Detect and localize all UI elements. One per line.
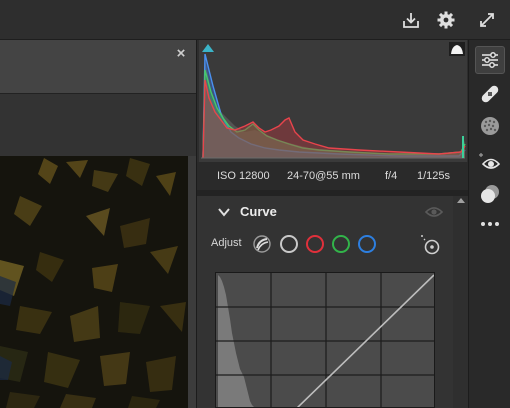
healing-bandage-icon bbox=[481, 85, 499, 103]
eye-icon[interactable] bbox=[425, 204, 443, 220]
texture-tool-button[interactable] bbox=[475, 112, 505, 140]
curve-panel: Curve Adjust bbox=[197, 196, 453, 408]
red-eye-tool-button[interactable] bbox=[475, 148, 505, 176]
export-icon bbox=[403, 13, 419, 28]
healing-tool-button[interactable] bbox=[475, 80, 505, 108]
canvas-divider[interactable] bbox=[188, 156, 196, 408]
gear-icon bbox=[437, 11, 455, 29]
histogram bbox=[199, 40, 467, 162]
adjustments-sliders-icon bbox=[482, 52, 498, 68]
channel-green-button[interactable] bbox=[332, 235, 350, 253]
top-toolbar bbox=[0, 0, 510, 40]
adjust-row: Adjust bbox=[197, 232, 453, 256]
expand-icon bbox=[480, 13, 494, 27]
export-button[interactable] bbox=[398, 7, 424, 33]
chevron-down-icon[interactable] bbox=[217, 205, 231, 219]
channel-blue-button[interactable] bbox=[358, 235, 376, 253]
more-icon bbox=[481, 222, 499, 226]
document-tab-bar: × bbox=[0, 40, 196, 94]
shadow-clip-icon[interactable] bbox=[201, 42, 215, 54]
adjustments-tool-button[interactable] bbox=[475, 46, 505, 74]
red-eye-icon bbox=[479, 153, 501, 169]
photo-canvas[interactable] bbox=[0, 156, 188, 408]
adjustments-panel: ISO 12800 24-70@55 mm f/4 1/125s Curve A… bbox=[196, 40, 469, 408]
exif-shutter: 1/125s bbox=[417, 170, 451, 182]
fullscreen-button[interactable] bbox=[474, 7, 500, 33]
exif-bar: ISO 12800 24-70@55 mm f/4 1/125s bbox=[197, 162, 469, 190]
settings-button[interactable] bbox=[433, 7, 459, 33]
close-tab-button[interactable]: × bbox=[174, 46, 188, 61]
auto-adjust-icon[interactable] bbox=[251, 234, 273, 254]
exif-aperture: f/4 bbox=[385, 170, 398, 182]
texture-dots-icon bbox=[481, 117, 499, 135]
curve-plot bbox=[216, 273, 434, 407]
target-picker-icon[interactable] bbox=[419, 234, 441, 256]
scroll-up-icon[interactable] bbox=[457, 198, 465, 203]
channel-red-button[interactable] bbox=[306, 235, 324, 253]
curve-graph[interactable] bbox=[215, 272, 435, 408]
highlight-clip-icon[interactable] bbox=[449, 42, 465, 56]
adjust-label: Adjust bbox=[211, 237, 242, 249]
curve-title: Curve bbox=[240, 204, 277, 219]
info-strip bbox=[0, 94, 196, 156]
photo-image bbox=[0, 156, 188, 408]
more-tools-button[interactable] bbox=[475, 210, 505, 238]
exif-iso: ISO 12800 bbox=[217, 170, 270, 182]
histogram-graph bbox=[199, 40, 467, 162]
tool-strip bbox=[468, 40, 510, 408]
overlay-circles-icon bbox=[481, 185, 499, 203]
curve-header[interactable]: Curve bbox=[197, 196, 453, 228]
channel-rgb-button[interactable] bbox=[280, 235, 298, 253]
panel-scrollbar[interactable] bbox=[453, 196, 469, 408]
overlay-tool-button[interactable] bbox=[475, 180, 505, 208]
exif-lens: 24-70@55 mm bbox=[287, 170, 360, 182]
canvas-area: × bbox=[0, 40, 196, 408]
